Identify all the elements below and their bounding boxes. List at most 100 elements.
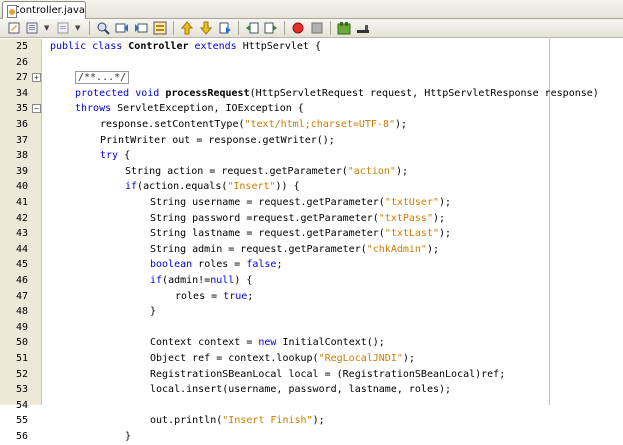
tab-controller-java[interactable]: Controller.java xyxy=(2,1,86,19)
string-token: "action" xyxy=(347,165,396,177)
previous-bookmark-icon[interactable] xyxy=(179,20,195,36)
next-bookmark-icon[interactable] xyxy=(198,20,214,36)
java-file-icon xyxy=(6,4,16,18)
keyword-token: try xyxy=(100,150,125,162)
code-line[interactable]: 38 try { xyxy=(0,148,623,164)
code-text: boolean roles = false; xyxy=(150,257,282,273)
stop-macro-icon[interactable] xyxy=(309,20,325,36)
line-number: 38 xyxy=(15,150,28,162)
code-token: { xyxy=(124,150,131,162)
collapsed-comment[interactable]: /**...*/ xyxy=(75,71,130,85)
toolbar-separator xyxy=(238,21,239,35)
code-token: HttpServlet { xyxy=(236,41,321,52)
last-edit-icon[interactable] xyxy=(6,20,22,36)
code-line[interactable]: 54 xyxy=(0,398,623,414)
code-line[interactable]: 36 response.setContentType("text/html;cha… xyxy=(0,117,623,133)
code-token: } xyxy=(150,306,157,318)
line-number: 35 xyxy=(15,103,28,115)
code-line[interactable]: 55 out.println("Insert Finish"); xyxy=(0,413,623,429)
comment-icon[interactable] xyxy=(336,20,352,36)
line-number: 37 xyxy=(15,134,28,146)
code-line[interactable]: 51 Object ref = context.lookup("RegLocalJ… xyxy=(0,351,623,367)
code-token: String admin = request.getParameter( xyxy=(150,243,367,255)
code-line[interactable]: 27 + /**...*/ xyxy=(0,70,623,86)
code-line[interactable]: 35− throws ServletException, IOException … xyxy=(0,101,623,117)
string-token: "txtUser" xyxy=(384,197,439,208)
keyword-token: null xyxy=(210,275,235,286)
forward-icon[interactable] xyxy=(56,20,72,36)
keyword-token: extends xyxy=(188,41,237,52)
code-line[interactable]: 43 String lastname = request.getParameter… xyxy=(0,226,623,242)
shift-left-icon[interactable] xyxy=(244,20,260,36)
line-number: 40 xyxy=(15,181,28,193)
code-token: Object ref = context.lookup( xyxy=(150,353,319,364)
line-number: 27 xyxy=(15,72,28,84)
code-token: String password =request.getParameter( xyxy=(150,212,379,224)
code-token: response.setContentType( xyxy=(100,119,245,130)
code-line[interactable]: 53 local.insert(username, password, lastn… xyxy=(0,382,623,398)
code-line[interactable]: 45 boolean roles = false; xyxy=(0,257,623,273)
code-line[interactable]: 44 String admin = request.getParameter("c… xyxy=(0,242,623,258)
code-line[interactable]: 39 String action = request.getParameter("… xyxy=(0,164,623,180)
toolbar-separator xyxy=(330,21,331,35)
code-token: processRequest xyxy=(165,87,250,99)
code-line[interactable]: 41 String username = request.getParameter… xyxy=(0,195,623,211)
back-icon[interactable] xyxy=(25,20,41,36)
code-text: RegistrationSBeanLocal local = (Registra… xyxy=(150,367,505,383)
code-line[interactable]: 47 roles = true; xyxy=(0,289,623,305)
back-dropdown-icon[interactable]: ▼ xyxy=(44,24,51,32)
code-line[interactable]: 46 if(admin!=null) { xyxy=(0,273,623,289)
code-text: String lastname = request.getParameter("… xyxy=(150,226,451,242)
code-token: InitialContext(); xyxy=(282,337,385,349)
toggle-bookmark-icon[interactable] xyxy=(217,20,233,36)
code-line[interactable]: 25 public class Controller extends HttpSe… xyxy=(0,39,623,55)
keyword-token: protected void xyxy=(75,87,166,99)
code-line[interactable]: 34 protected void processRequest(HttpServ… xyxy=(0,86,623,102)
code-token: (HttpServletRequest request, HttpServlet… xyxy=(249,87,599,99)
line-number: 52 xyxy=(15,368,28,380)
code-line[interactable]: 26 xyxy=(0,55,623,71)
line-number: 42 xyxy=(15,212,28,224)
editor-tab-bar: Controller.java xyxy=(0,0,623,19)
forward-dropdown-icon[interactable]: ▼ xyxy=(75,24,82,32)
code-line[interactable]: 49 xyxy=(0,320,623,336)
find-previous-icon[interactable] xyxy=(114,20,130,36)
shift-right-icon[interactable] xyxy=(263,20,279,36)
code-line[interactable]: 56} xyxy=(0,429,623,445)
code-token: String username = request.getParameter( xyxy=(150,197,385,208)
code-text: if(admin!=null) { xyxy=(150,273,252,289)
code-text: String username = request.getParameter("… xyxy=(150,195,451,211)
code-token: RegistrationSBeanLocal local = (Registra… xyxy=(150,368,506,380)
code-text: Object ref = context.lookup("RegLocalJND… xyxy=(150,351,415,367)
code-token: ServletException, IOException { xyxy=(117,103,304,115)
code-token: ); xyxy=(402,353,415,364)
fold-expand-icon[interactable]: + xyxy=(32,73,41,83)
code-text: out.println("Insert Finish"); xyxy=(150,413,325,429)
line-number: 49 xyxy=(15,321,28,333)
find-next-icon[interactable] xyxy=(133,20,149,36)
toggle-highlight-icon[interactable] xyxy=(152,20,168,36)
code-line[interactable]: 42 String password =request.getParameter(… xyxy=(0,211,623,227)
code-line[interactable]: 48} xyxy=(0,304,623,320)
code-line[interactable]: 37 PrintWriter out = response.getWriter()… xyxy=(0,133,623,149)
line-number: 48 xyxy=(15,306,28,318)
tab-label: Controller.java xyxy=(12,5,85,16)
code-token: ); xyxy=(426,243,440,255)
start-macro-icon[interactable] xyxy=(290,20,306,36)
find-icon[interactable] xyxy=(95,20,111,36)
code-line[interactable]: 40 if(action.equals("Insert")) { xyxy=(0,179,623,195)
uncomment-icon[interactable] xyxy=(355,20,371,36)
line-number: 50 xyxy=(15,337,28,349)
code-text: local.insert(username, password, lastnam… xyxy=(150,382,451,398)
code-line[interactable]: 52 RegistrationSBeanLocal local = (Regist… xyxy=(0,367,623,383)
code-token: roles = xyxy=(198,259,247,271)
keyword-token: true xyxy=(223,290,248,302)
code-text: throws ServletException, IOException { xyxy=(75,101,304,117)
fold-collapse-icon[interactable]: − xyxy=(32,104,41,114)
code-token: Controller xyxy=(128,41,189,52)
code-token: out.println( xyxy=(150,415,223,427)
code-editor[interactable]: 25 public class Controller extends HttpSe… xyxy=(0,39,623,442)
code-line[interactable]: 50 Context context = new InitialContext()… xyxy=(0,335,623,351)
line-number: 39 xyxy=(15,165,28,177)
string-token: "txtPass" xyxy=(378,212,433,224)
